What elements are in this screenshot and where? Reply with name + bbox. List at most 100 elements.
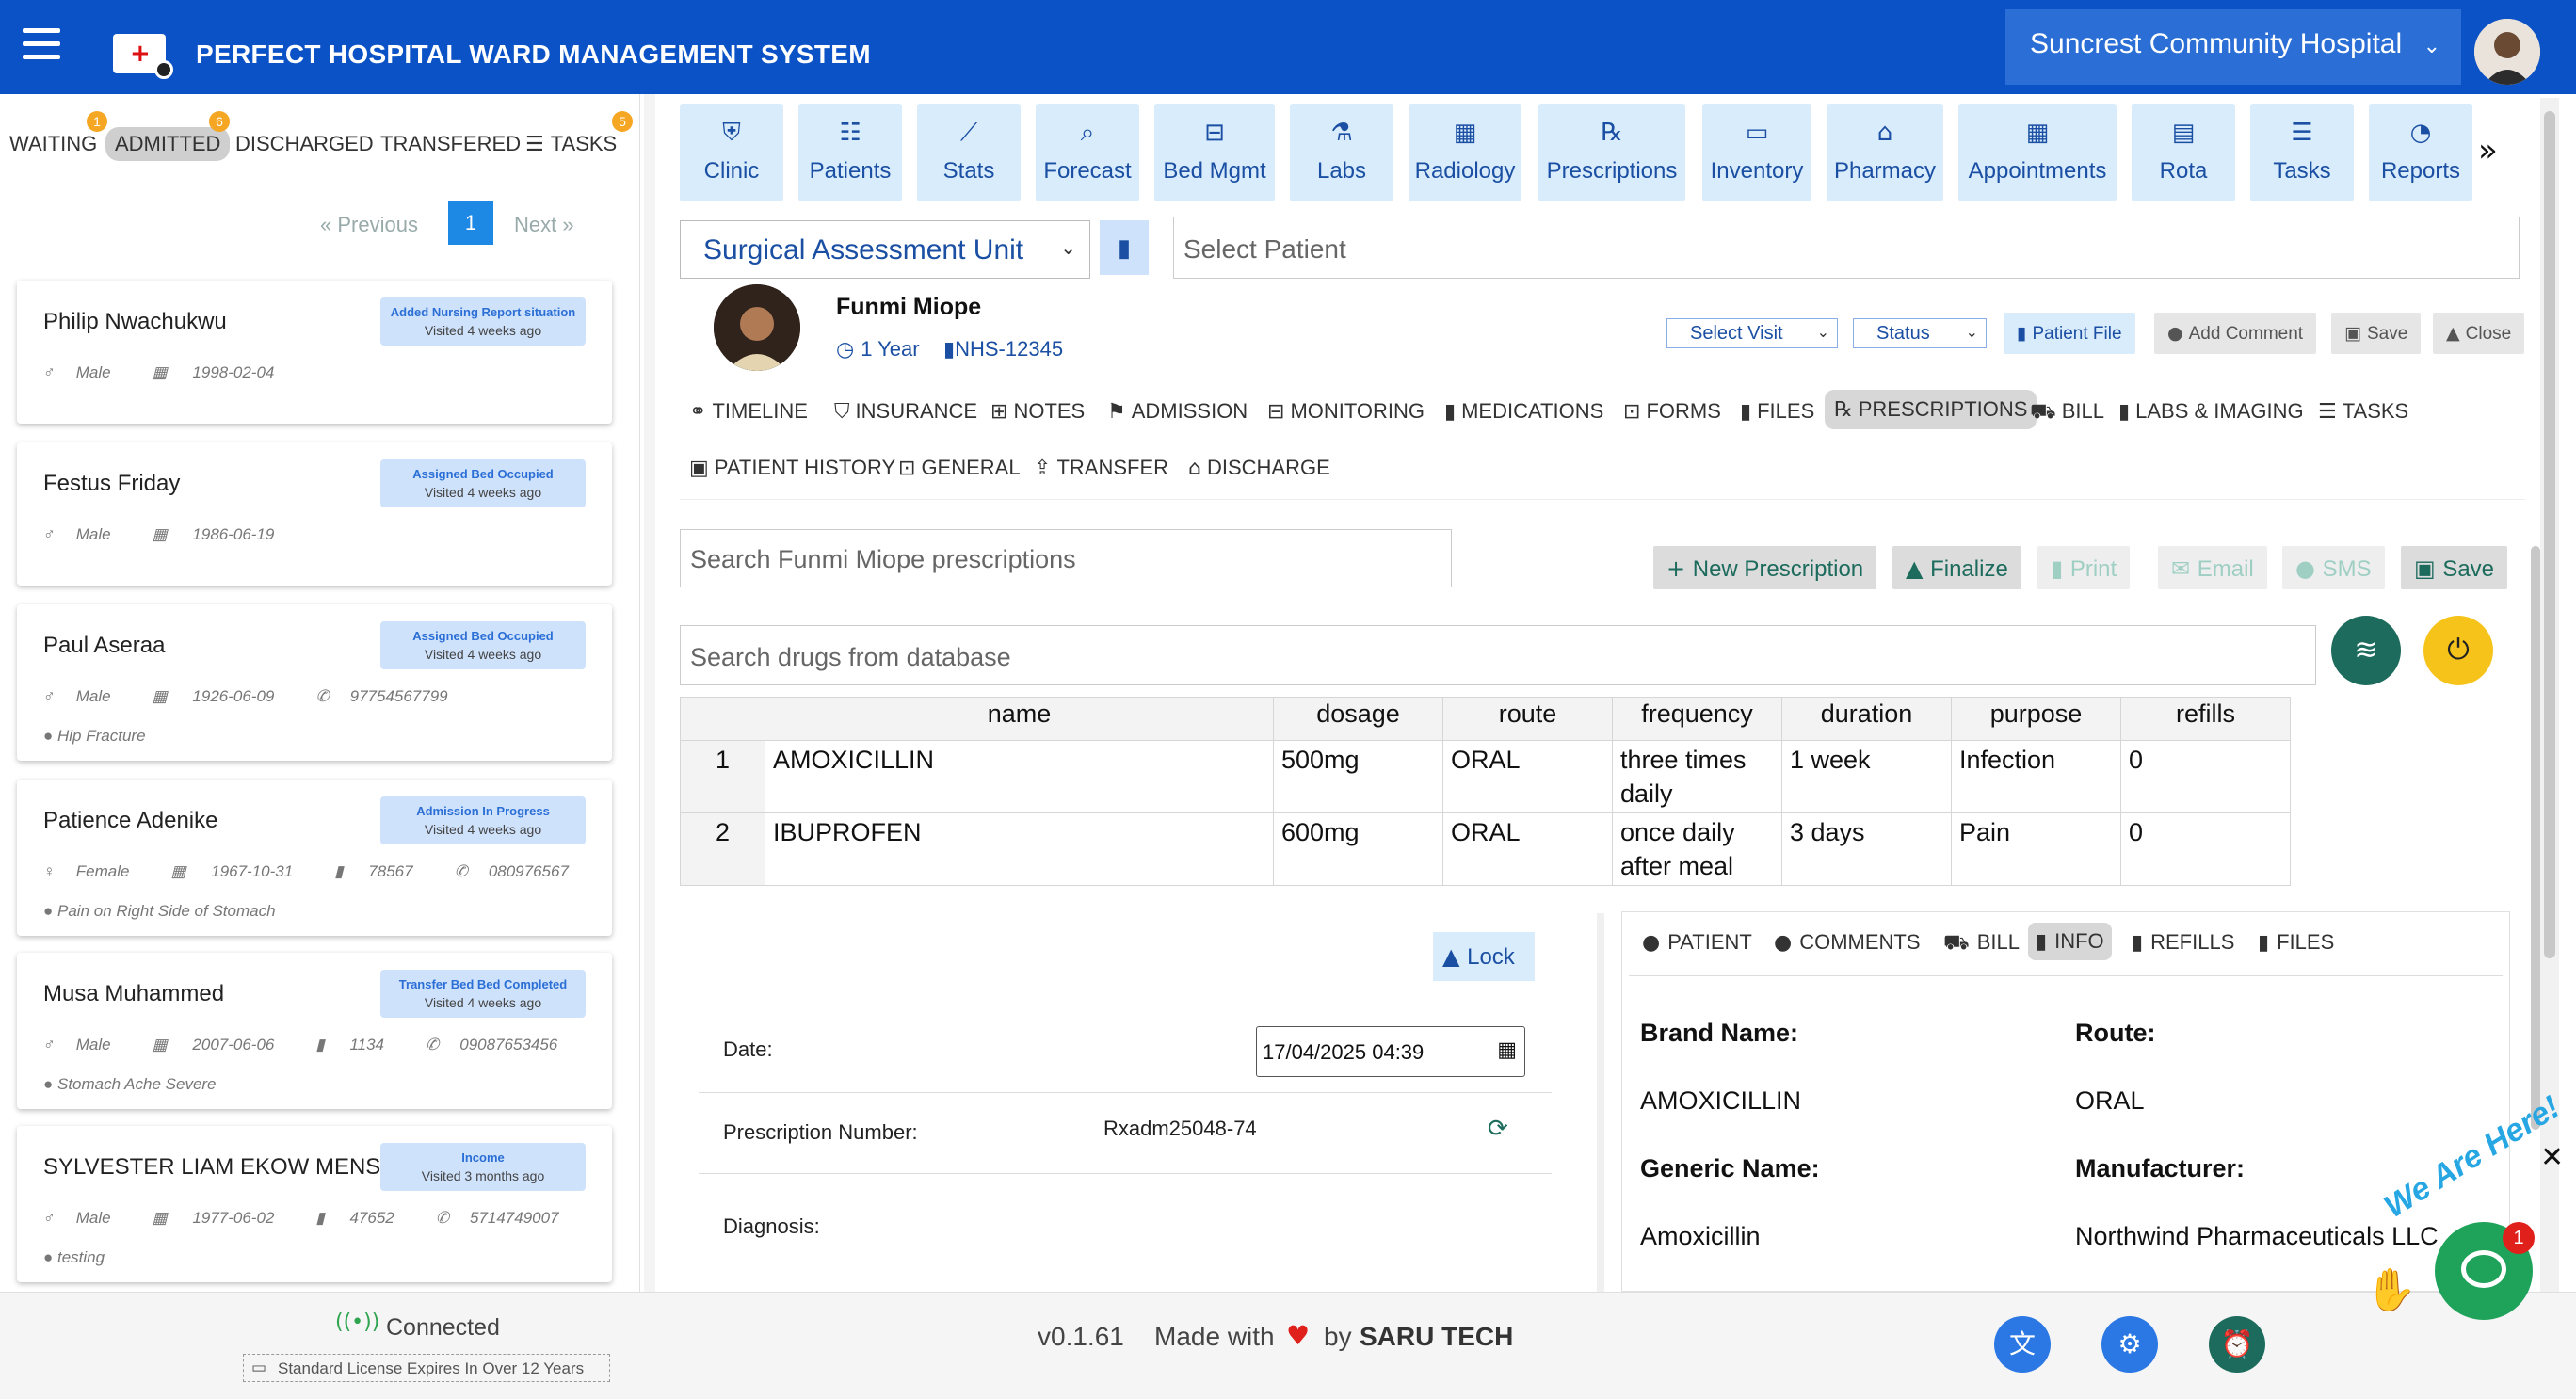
column-header[interactable]: refills [2120,697,2291,741]
tab-general[interactable]: ⊡ GENERAL [898,456,1021,480]
tab-transfer[interactable]: ⇪ TRANSFER [1034,456,1168,480]
cell-route[interactable]: ORAL [1442,740,1613,813]
tab-bill[interactable]: ⛟ BILL [2030,399,2104,426]
prescription-search-input[interactable]: Search Funmi Miope prescriptions [680,529,1452,587]
tab-comments[interactable]: ● COMMENTS [1774,930,1921,955]
tab-transfered[interactable]: TRANSFERED [380,132,521,156]
close-button[interactable]: ▲ Close [2433,313,2525,354]
cell-duration[interactable]: 3 days [1781,812,1952,886]
tab-patient-history[interactable]: ▣ PATIENT HISTORY [689,456,895,480]
module-tasks[interactable]: ☰ Tasks [2250,104,2354,201]
module-bed-mgmt[interactable]: ⊟ Bed Mgmt [1154,104,1275,201]
date-input[interactable]: 17/04/2025 04:39 ▦ [1256,1026,1525,1077]
module-labs[interactable]: ⚗ Labs [1290,104,1393,201]
print-button[interactable]: ▮ Print [2037,546,2131,589]
tab-timeline[interactable]: ⚭ TIMELINE [689,399,808,424]
column-header[interactable]: duration [1781,697,1952,741]
cell-refills[interactable]: 0 [2120,812,2291,886]
previous-page-button[interactable]: « Previous [320,213,418,236]
refresh-icon[interactable]: ⟳ [1488,1115,1508,1143]
email-button[interactable]: ✉ Email [2158,546,2267,589]
sms-button[interactable]: ● SMS [2282,546,2385,589]
cell-frequency[interactable]: three times daily [1612,740,1782,813]
tab-monitoring[interactable]: ⊟ MONITORING [1267,399,1425,424]
tab-insurance[interactable]: ⛉ INSURANCE [834,399,977,424]
select-visit[interactable]: Select Visit ⌄ [1666,318,1838,348]
translate-icon[interactable]: 文 [1994,1316,2051,1373]
cell-name[interactable]: IBUPROFEN [765,812,1274,886]
tab-files[interactable]: ▮ FILES [1740,399,1814,424]
menu-icon[interactable] [23,28,60,62]
door-icon[interactable]: ▮ [1100,220,1149,275]
table-row[interactable]: 2 IBUPROFEN 600mg ORAL once daily after … [680,812,2291,886]
tab-bill[interactable]: ⛟ BILL [1943,930,2020,957]
save-prescription-button[interactable]: ▣ Save [2401,546,2508,589]
cell-duration[interactable]: 1 week [1781,740,1952,813]
plug-icon[interactable]: ⏻ [2423,616,2493,685]
tab-discharged[interactable]: DISCHARGED [235,132,374,156]
patient-card[interactable]: Patience Adenike Admission In Progress V… [17,780,612,936]
database-icon[interactable]: ≋ [2331,616,2401,685]
module-forecast[interactable]: ⌕ Forecast [1036,104,1139,201]
unit-select[interactable]: Surgical Assessment Unit ⌄ [680,220,1090,279]
finalize-button[interactable]: ▲ Finalize [1892,546,2021,589]
drug-search-input[interactable]: Search drugs from database [680,625,2316,685]
module-pharmacy[interactable]: ⌂ Pharmacy [1827,104,1943,201]
tab-waiting[interactable]: WAITING [9,132,97,156]
patient-card[interactable]: Musa Muhammed Transfer Bed Bed Completed… [17,953,612,1109]
cell-frequency[interactable]: once daily after meal [1612,812,1782,886]
cell-dosage[interactable]: 500mg [1273,740,1443,813]
column-header[interactable]: frequency [1612,697,1782,741]
alarm-icon[interactable]: ⏰ [2209,1316,2265,1373]
module-rota[interactable]: ▤ Rota [2132,104,2235,201]
status-select[interactable]: Status ⌄ [1853,318,1987,348]
tab-medications[interactable]: ▮ MEDICATIONS [1444,399,1603,424]
module-radiology[interactable]: ▦ Radiology [1409,104,1521,201]
close-icon[interactable]: ✕ [2540,1141,2564,1174]
patient-card[interactable]: Philip Nwachukwu Added Nursing Report si… [17,281,612,424]
column-header[interactable]: purpose [1951,697,2121,741]
cell-route[interactable]: ORAL [1442,812,1613,886]
tab-tasks[interactable]: ☰ TASKS [525,132,617,156]
panel-splitter[interactable] [644,94,655,1292]
tab-info[interactable]: ▮ INFO [2028,923,2112,960]
patient-card[interactable]: Festus Friday Assigned Bed Occupied Visi… [17,442,612,586]
patient-card[interactable]: Paul Aseraa Assigned Bed Occupied Visite… [17,604,612,761]
next-page-button[interactable]: Next » [514,213,574,237]
tab-notes[interactable]: ⊞ NOTES [990,399,1085,424]
save-button[interactable]: ▣ Save [2331,313,2422,354]
hospital-select[interactable]: Suncrest Community Hospital ⌄ [2005,9,2461,85]
module-patients[interactable]: ☷ Patients [798,104,902,201]
module-inventory[interactable]: ▭ Inventory [1702,104,1811,201]
cell-refills[interactable]: 0 [2120,740,2291,813]
column-header[interactable]: dosage [1273,697,1443,741]
lock-button[interactable]: ▲ Lock [1433,932,1535,981]
patient-select[interactable]: Select Patient [1173,217,2520,279]
cell-dosage[interactable]: 600mg [1273,812,1443,886]
user-avatar[interactable] [2474,19,2540,85]
column-header[interactable]: route [1442,697,1613,741]
tab-admitted[interactable]: ADMITTED [105,127,231,161]
tab-patient[interactable]: ● PATIENT [1642,930,1752,955]
cell-name[interactable]: AMOXICILLIN [765,740,1274,813]
module-stats[interactable]: ⟋ Stats [917,104,1021,201]
patient-card[interactable]: SYLVESTER LIAM EKOW MENSAH Income Visite… [17,1126,612,1282]
module-clinic[interactable]: ⛨ Clinic [680,104,783,201]
module-reports[interactable]: ◔ Reports [2369,104,2472,201]
column-header[interactable]: name [765,697,1274,741]
tab-refills[interactable]: ▮ REFILLS [2132,930,2234,955]
panel-splitter[interactable] [1597,913,1604,1292]
add-comment-button[interactable]: ● Add Comment [2154,313,2317,354]
cell-purpose[interactable]: Pain [1951,812,2121,886]
patient-file-button[interactable]: ▮ Patient File [2004,313,2135,354]
double-chevron-right-icon[interactable]: » [2478,132,2498,169]
tab-admission[interactable]: ⚑ ADMISSION [1107,399,1248,424]
tab-prescriptions[interactable]: ℞ PRESCRIPTIONS [1825,390,2037,429]
tab-forms[interactable]: ⊡ FORMS [1623,399,1721,424]
new-prescription-button[interactable]: + New Prescription [1653,546,1877,589]
module-appointments[interactable]: ▦ Appointments [1958,104,2117,201]
cell-purpose[interactable]: Infection [1951,740,2121,813]
page-1-button[interactable]: 1 [448,201,493,245]
scroll-thumb[interactable] [2544,111,2555,958]
module-prescriptions[interactable]: ℞ Prescriptions [1538,104,1685,201]
